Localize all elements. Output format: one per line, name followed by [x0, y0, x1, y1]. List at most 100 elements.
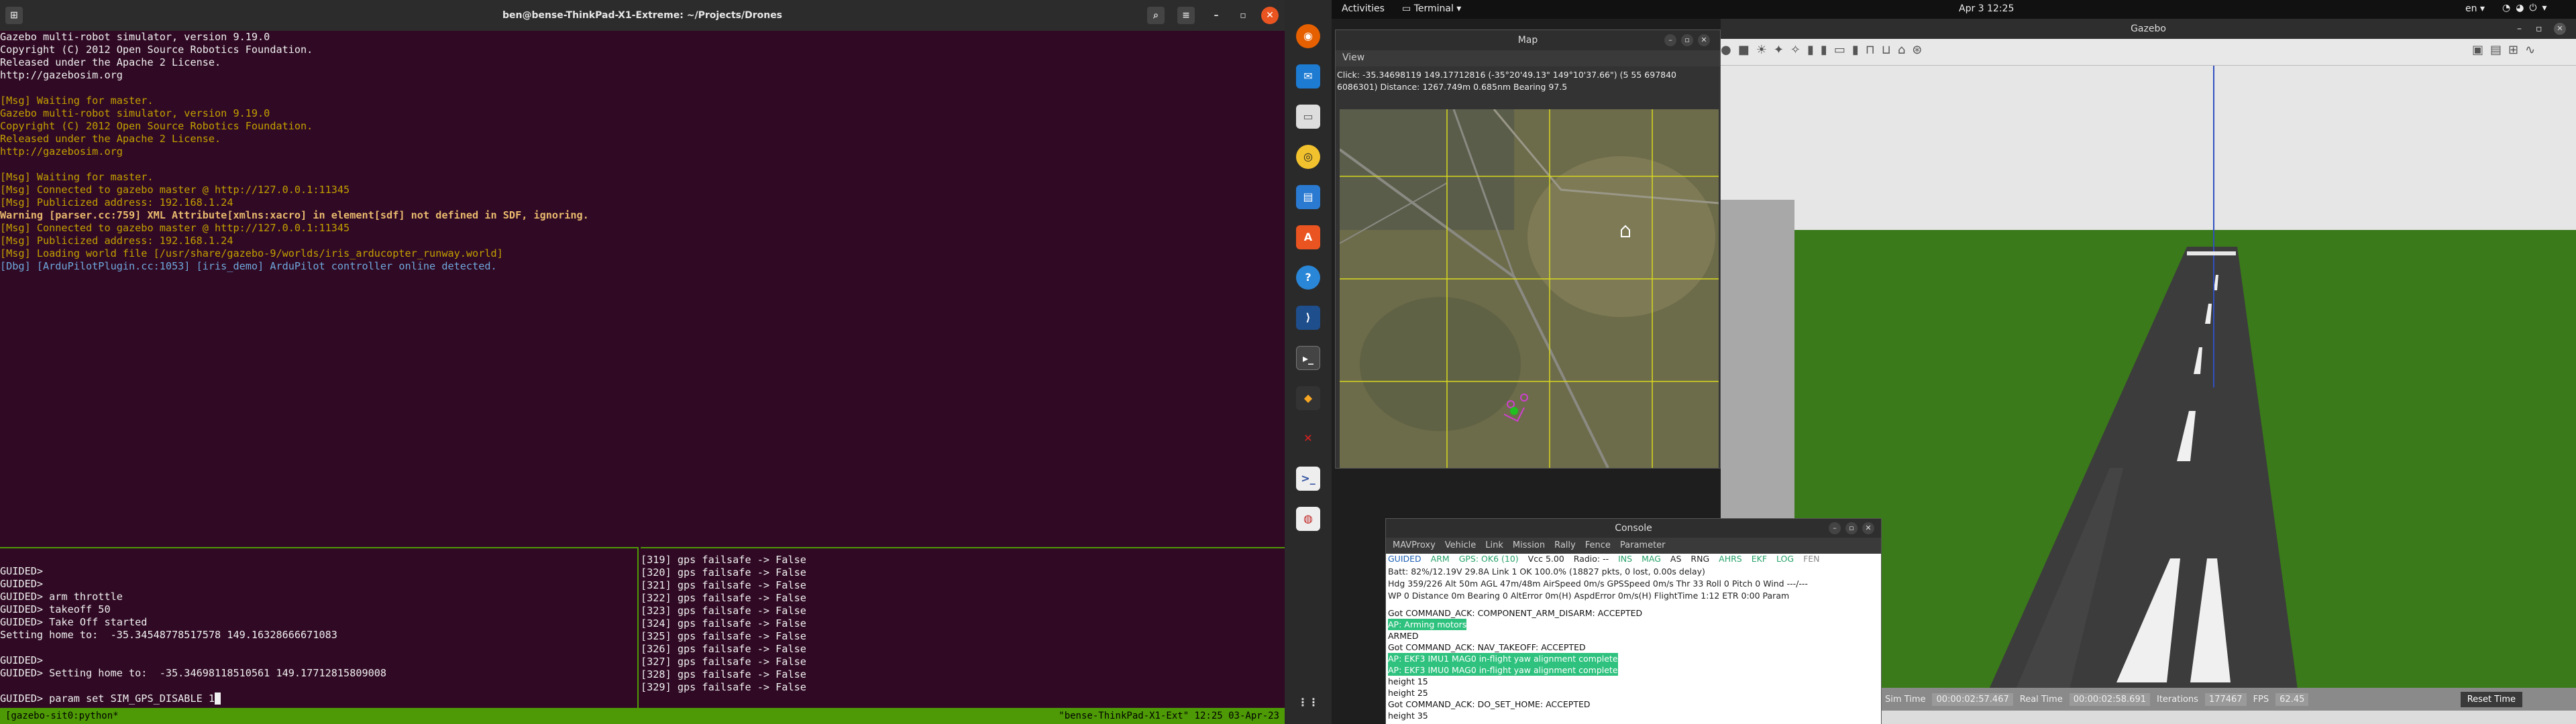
real-time-value: 00:00:02:58.691 [2069, 692, 2150, 706]
libreoffice-writer-icon[interactable]: ▤ [1296, 185, 1320, 209]
status-indicator: ARM [1430, 554, 1450, 564]
terminal-output: Gazebo multi-robot simulator, version 9.… [0, 31, 1285, 547]
menu-icon[interactable]: ≡ [1177, 7, 1195, 24]
map-window[interactable]: Map – ▫ ✕ View Click: -35.34698119 149.1… [1335, 29, 1721, 469]
minimize-icon[interactable]: – [2517, 19, 2522, 39]
tmux-pane-mavproxy[interactable]: GUIDED> GUIDED> GUIDED> arm throttle GUIDED… [0, 547, 637, 708]
failsafe-line: [320] gps failsafe -> False [641, 566, 806, 579]
search-icon[interactable]: ⌕ [1147, 7, 1165, 24]
vscode-icon[interactable]: ⟩ [1296, 306, 1320, 330]
minimize-icon[interactable]: – [1664, 34, 1676, 46]
failsafe-line: [329] gps failsafe -> False [641, 681, 806, 693]
language-indicator[interactable]: en ▾ [2465, 3, 2485, 14]
close-icon[interactable]: ✕ [1862, 522, 1874, 534]
terminal-titlebar[interactable]: ⊞ ben@bense-ThinkPad-X1-Extreme: ~/Proje… [0, 0, 1285, 31]
terminal-line: [Msg] Waiting for master. [0, 95, 154, 107]
reset-time-button[interactable]: Reset Time [2460, 691, 2522, 707]
console-log-line: Got COMMAND_ACK: NAV_TAKEOFF: ACCEPTED [1388, 642, 1586, 652]
app-menu[interactable]: ▭ Terminal ▾ [1402, 3, 1461, 14]
show-apps-icon[interactable]: ⋮⋮ [1296, 690, 1320, 715]
console-title: Console [1615, 523, 1652, 534]
console-log-line: height 25 [1388, 688, 1428, 698]
console-menu-item[interactable]: Mission [1513, 540, 1545, 551]
console-log-line: AP: EKF3 IMU0 MAG0 in-flight yaw alignme… [1388, 664, 1618, 676]
console-menu-item[interactable]: Parameter [1620, 540, 1666, 551]
map-titlebar[interactable]: Map – ▫ ✕ [1336, 30, 1720, 50]
terminal-line: Gazebo multi-robot simulator, version 9.… [0, 107, 270, 119]
console-log-line: ARMED [1388, 631, 1419, 641]
maximize-icon[interactable]: ▫ [1845, 522, 1858, 534]
software-icon[interactable]: A [1296, 225, 1320, 249]
files-icon[interactable]: ▭ [1296, 105, 1320, 129]
language-label: en [2465, 3, 2477, 14]
failsafe-line: [321] gps failsafe -> False [641, 579, 806, 591]
mavproxy-line: GUIDED> arm throttle [0, 591, 123, 603]
gazebo-toolbar: ●■☀✦✧▮▮▭▮⊓⊔⌂⊛ ▣▤⊞∿ [1721, 39, 2576, 66]
console-log[interactable]: Got COMMAND_ACK: COMPONENT_ARM_DISARM: A… [1386, 606, 1881, 724]
firefox-icon[interactable]: ◉ [1296, 24, 1320, 48]
satellite-map[interactable] [1340, 109, 1719, 468]
fps-value: 62.45 [2275, 692, 2309, 706]
console-window[interactable]: Console – ▫ ✕ MAVProxy Vehicle Link Mission… [1385, 518, 1882, 724]
console-titlebar[interactable]: Console – ▫ ✕ [1386, 519, 1881, 538]
status-indicator: Radio: -- [1573, 554, 1609, 564]
failsafe-line: [319] gps failsafe -> False [641, 554, 806, 566]
map-info: Click: -35.34698119 149.17712816 (-35°20… [1336, 66, 1720, 96]
scrub-area [1360, 297, 1521, 431]
console-menu-item[interactable]: MAVProxy [1393, 540, 1436, 551]
rhythmbox-icon[interactable]: ◎ [1296, 145, 1320, 169]
mavproxy-icon[interactable]: >_ [1296, 467, 1320, 491]
system-tray-icon[interactable]: ◔◕⏻▾ [2502, 3, 2553, 13]
minimize-icon[interactable]: – [1208, 7, 1225, 24]
maximize-icon[interactable]: ▫ [1681, 34, 1693, 46]
console-menu-item[interactable]: Rally [1554, 540, 1576, 551]
status-indicator: MAG [1642, 554, 1661, 564]
terminal-line: [Msg] Publicized address: 192.168.1.24 [0, 235, 233, 247]
drone-icon[interactable] [1510, 407, 1518, 415]
close-icon[interactable]: ✕ [1698, 34, 1710, 46]
activities-button[interactable]: Activities [1342, 3, 1385, 14]
terminal-line: Copyright (C) 2012 Open Source Robotics … [0, 120, 313, 132]
minimize-icon[interactable]: – [1829, 522, 1841, 534]
heading-alt-status: Hdg 359/226 Alt 50m AGL 47m/48m AirSpeed… [1388, 579, 1808, 589]
console-status-row: GUIDED ARM GPS: OK6 (10) Vcc 5.00 Radio: -- I… [1386, 554, 1881, 566]
tmux-pane-failsafe[interactable]: [319] gps failsafe -> False [320] gps fai… [641, 547, 1285, 708]
console-menu-item[interactable]: Link [1485, 540, 1503, 551]
thunderbird-icon[interactable]: ✉ [1296, 64, 1320, 88]
failsafe-line: [323] gps failsafe -> False [641, 605, 806, 617]
status-indicator: EKF [1751, 554, 1768, 564]
new-tab-icon[interactable]: ⊞ [5, 7, 23, 24]
terminal-line: Released under the Apache 2 License. [0, 56, 221, 68]
gazebo-title: Gazebo [2131, 23, 2166, 34]
status-indicator: GPS: OK6 (10) [1458, 554, 1519, 564]
close-icon[interactable]: ✕ [2554, 23, 2566, 35]
toolbar-tools[interactable]: ●■☀✦✧▮▮▭▮⊓⊔⌂⊛ [1721, 43, 1929, 57]
help-icon[interactable]: ? [1296, 265, 1320, 290]
maximize-icon[interactable]: ▫ [2536, 19, 2542, 39]
console-log-line: AP: EKF3 IMU1 MAG0 in-flight yaw alignme… [1388, 653, 1618, 664]
maximize-icon[interactable]: ▫ [1234, 7, 1252, 24]
console-menu-item[interactable]: Fence [1585, 540, 1611, 551]
close-icon[interactable]: ✕ [1261, 7, 1279, 24]
terminal-icon[interactable]: ▸_ [1296, 346, 1320, 370]
clock[interactable]: Apr 3 12:25 [1959, 3, 2014, 14]
map-canvas[interactable] [1340, 109, 1719, 468]
status-indicator: Vcc 5.00 [1527, 554, 1564, 564]
terminal-window[interactable]: ⊞ ben@bense-ThinkPad-X1-Extreme: ~/Proje… [0, 0, 1285, 724]
toolbar-right-tools[interactable]: ▣▤⊞∿ [2472, 43, 2542, 57]
gazebo-titlebar[interactable]: Gazebo – ▫ ✕ [1721, 19, 2576, 39]
status-indicator: RNG [1690, 554, 1710, 564]
terminal-title: ben@bense-ThinkPad-X1-Extreme: ~/Project… [502, 10, 783, 21]
x-app-icon[interactable]: ✕ [1296, 426, 1320, 450]
terminal-line: Copyright (C) 2012 Open Source Robotics … [0, 44, 313, 56]
console-menu-item[interactable]: Vehicle [1445, 540, 1477, 551]
map-view-menu[interactable]: View [1336, 50, 1720, 66]
map-app-icon[interactable]: ◍ [1296, 507, 1320, 531]
mavproxy-line: GUIDED> [0, 654, 44, 666]
gazebo-status-bar: Sim Time 00:00:02:57.467 Real Time 00:00… [1878, 688, 2576, 711]
terminal-line: Warning [parser.cc:759] XML Attribute[xm… [0, 209, 589, 221]
layers-icon[interactable]: ◆ [1296, 386, 1320, 410]
failsafe-line: [325] gps failsafe -> False [641, 630, 806, 642]
pane-divider [637, 547, 639, 708]
